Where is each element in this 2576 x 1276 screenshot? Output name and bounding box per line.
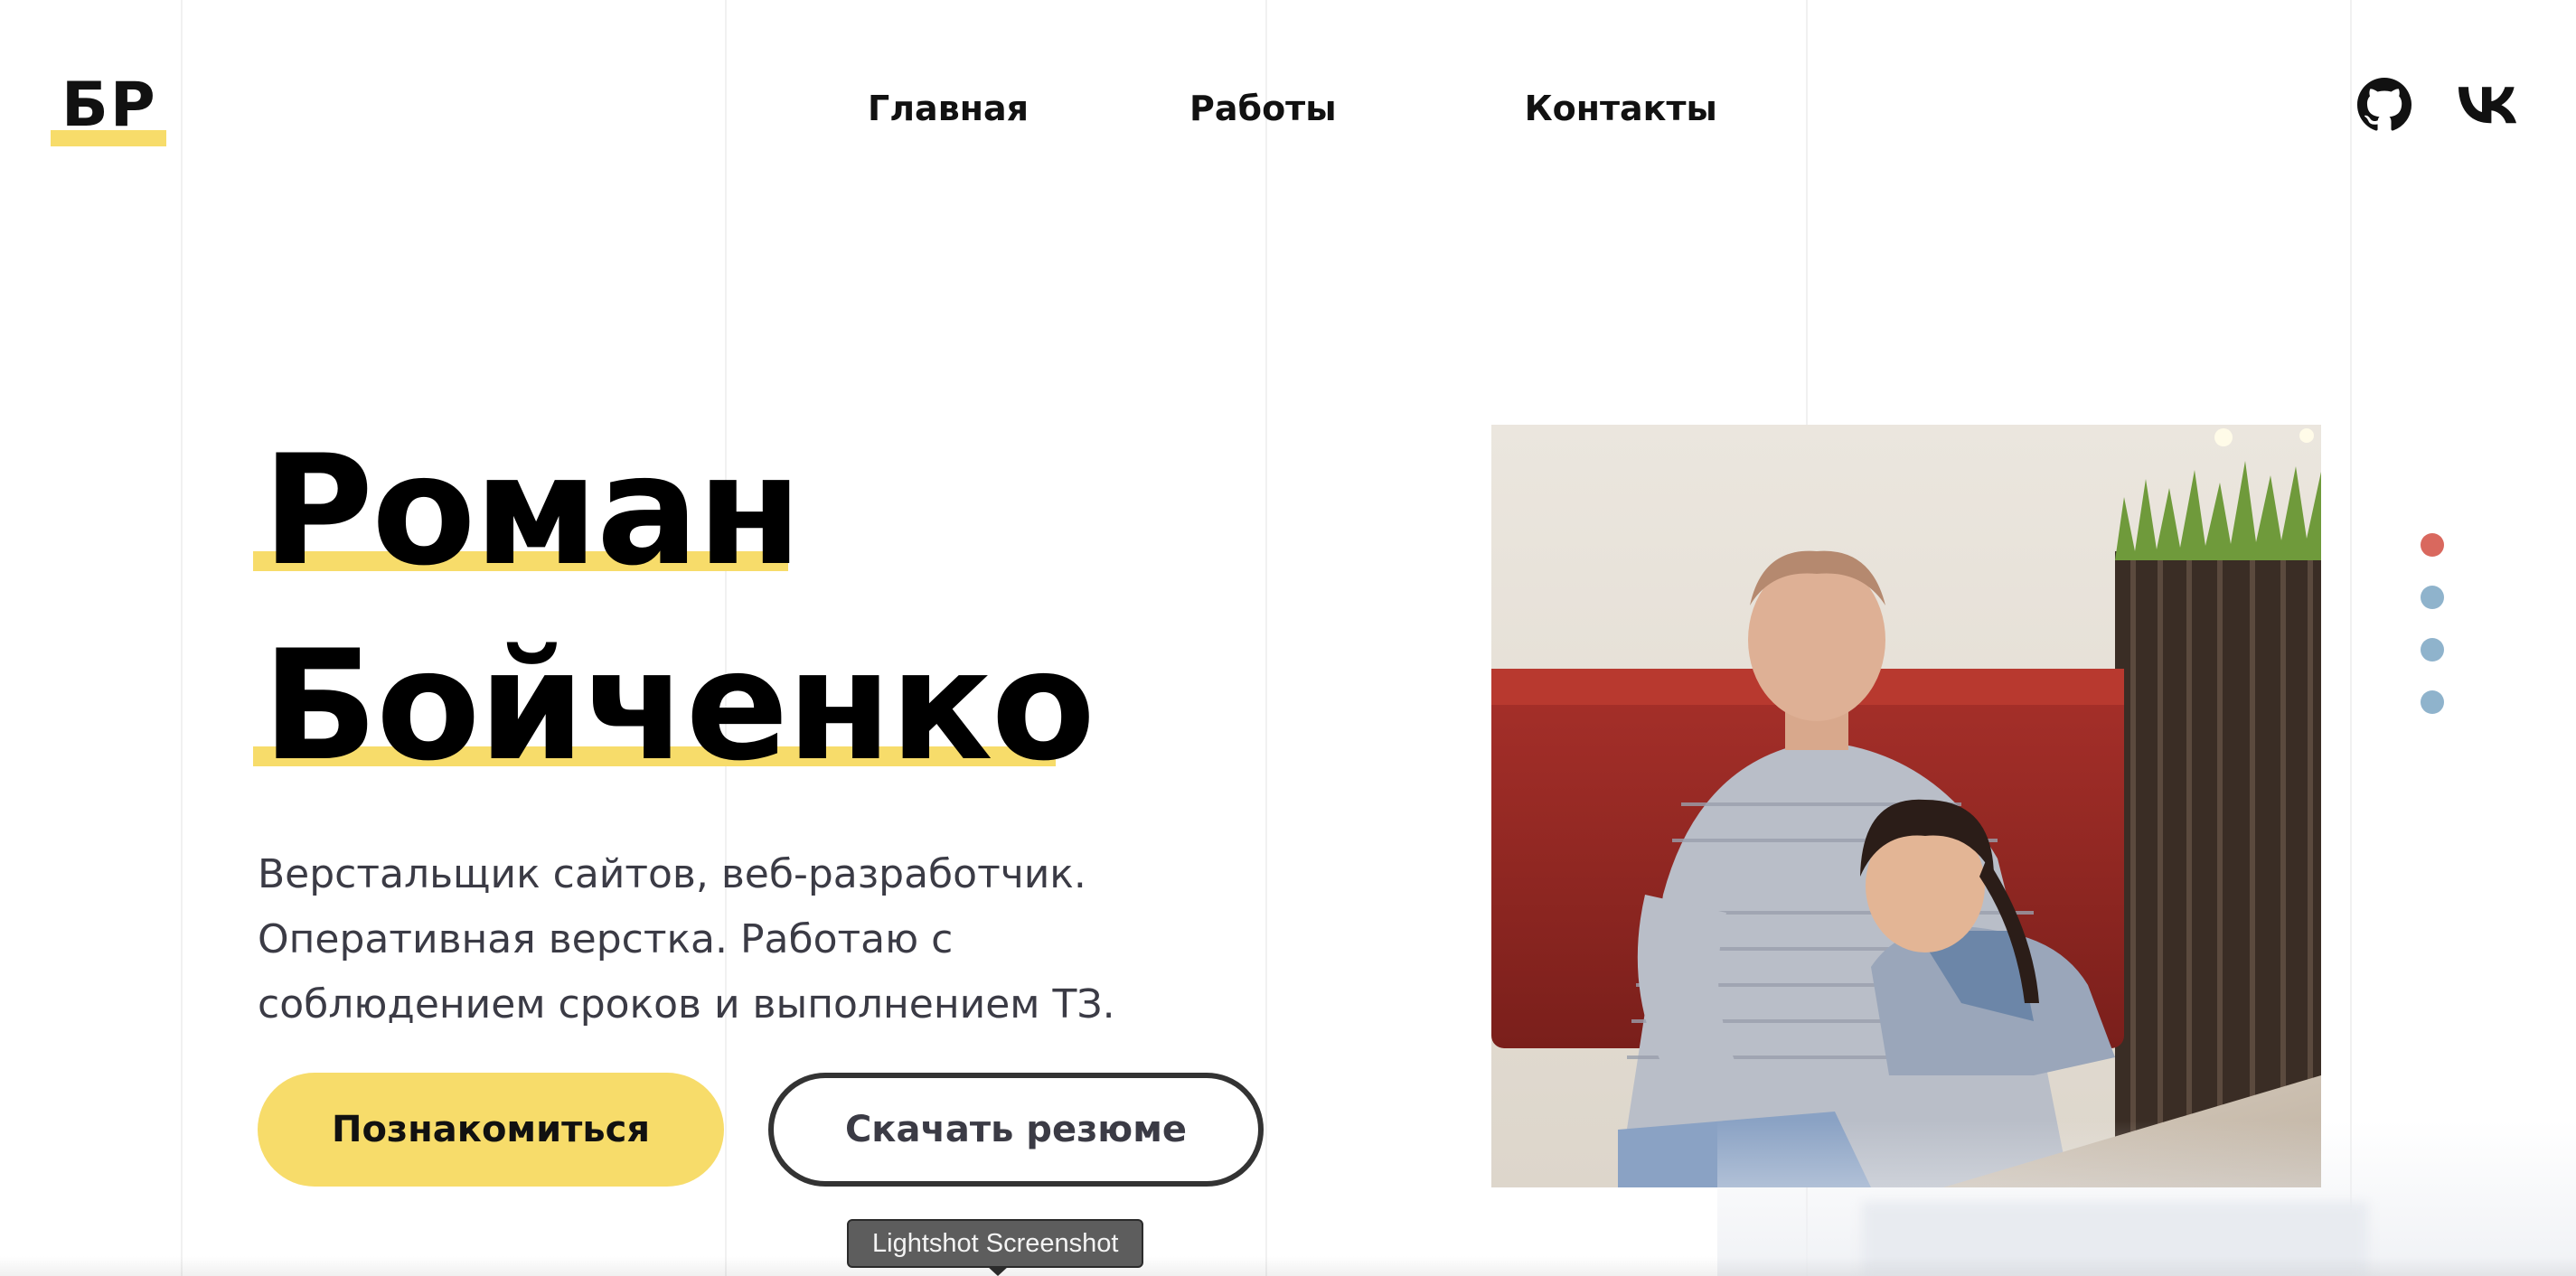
hero-first-name: Роман xyxy=(253,422,802,599)
portrait-photo xyxy=(1491,425,2321,1187)
tooltip-arrow xyxy=(987,1266,1009,1276)
hero-last-name: Бойченко xyxy=(253,617,1095,794)
bottom-shadow xyxy=(0,1256,2576,1276)
nav-item-label: Контакты xyxy=(1524,89,1717,128)
get-acquainted-button[interactable]: Познакомиться xyxy=(258,1073,724,1187)
hero-description: Верстальщик сайтов, веб-разработчик. Опе… xyxy=(258,842,1252,1037)
logo-text: БР xyxy=(61,70,157,141)
nav-item-works[interactable]: Работы xyxy=(1177,83,1349,134)
last-name-text: Бойченко xyxy=(262,617,1095,794)
slider-dot[interactable] xyxy=(2421,690,2444,714)
vk-icon[interactable] xyxy=(2457,86,2518,124)
page: БР Главная Работы Контакты Роман Бойченк… xyxy=(0,0,2576,1276)
main-nav: Главная Работы Контакты xyxy=(855,83,1730,134)
description-line: Оперативная верстка. Работаю с xyxy=(258,916,954,962)
description-line: Верстальщик сайтов, веб-разработчик. xyxy=(258,851,1086,897)
lightshot-tooltip: Lightshot Screenshot xyxy=(847,1219,1144,1268)
download-resume-button[interactable]: Скачать резюме xyxy=(768,1073,1264,1187)
grid-line xyxy=(181,0,183,1276)
slider-dot[interactable] xyxy=(2421,638,2444,661)
first-name-text: Роман xyxy=(262,422,802,599)
description-line: соблюдением сроков и выполнением ТЗ. xyxy=(258,981,1115,1027)
slider-dot[interactable] xyxy=(2421,533,2444,557)
nav-item-home[interactable]: Главная xyxy=(855,83,1042,134)
slider-dots xyxy=(2421,533,2444,743)
github-icon[interactable] xyxy=(2357,78,2411,132)
logo-link[interactable]: БР xyxy=(51,70,166,146)
social-links xyxy=(2357,78,2518,132)
nav-item-contacts[interactable]: Контакты xyxy=(1512,83,1730,134)
slider-dot[interactable] xyxy=(2421,586,2444,609)
grid-line xyxy=(1265,0,1267,1276)
nav-item-label: Главная xyxy=(868,89,1029,128)
nav-item-label: Работы xyxy=(1189,89,1337,128)
grid-line xyxy=(2350,0,2352,1276)
